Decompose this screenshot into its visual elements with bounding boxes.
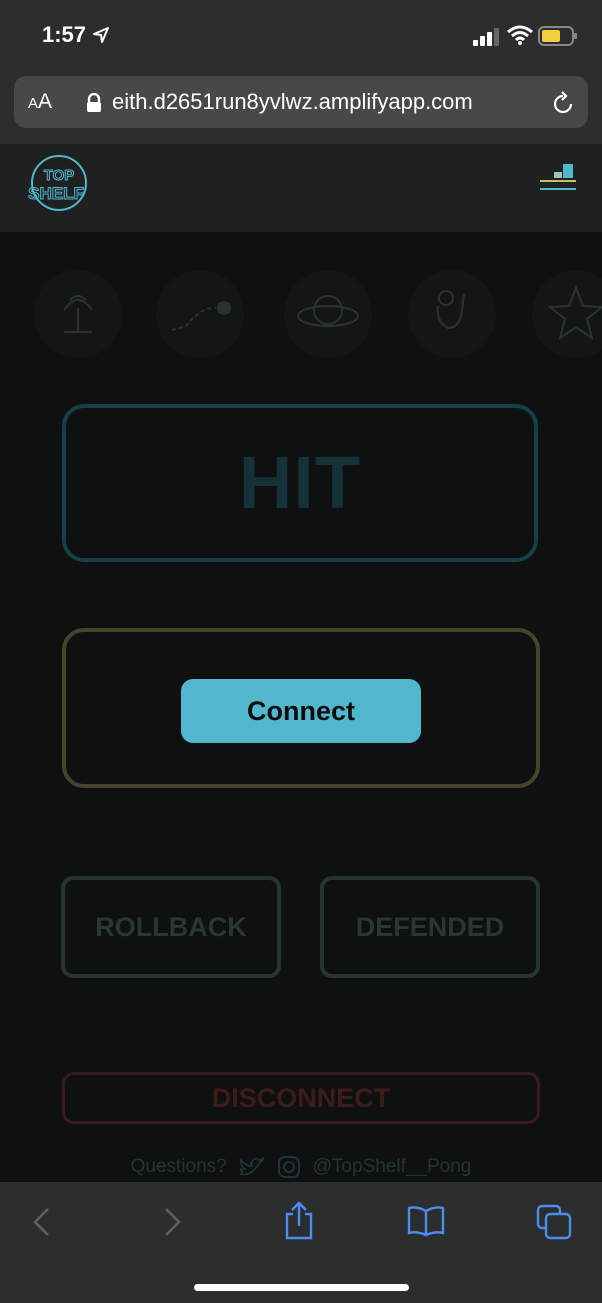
forward-icon[interactable]: [160, 1206, 184, 1238]
ball-bounce-icon: [171, 301, 231, 331]
tabs-icon[interactable]: [536, 1204, 572, 1240]
rollback-button[interactable]: ROLLBACK: [61, 876, 281, 978]
topshelf-logo[interactable]: TOP SHELF: [28, 152, 90, 214]
planet-button[interactable]: [284, 270, 372, 358]
hand-ok-icon: [436, 290, 465, 330]
twitter-icon[interactable]: [238, 1156, 266, 1178]
back-icon[interactable]: [30, 1206, 54, 1238]
location-arrow-icon: [93, 27, 109, 43]
footer-handle[interactable]: @TopShelf__Pong: [313, 1156, 472, 1177]
wifi-icon: [507, 25, 533, 45]
signal-icon: [473, 28, 499, 46]
hit-label: HIT: [238, 441, 362, 524]
rollback-label: ROLLBACK: [95, 911, 247, 942]
hand-ok-button[interactable]: [408, 270, 496, 358]
planet-icon: [297, 295, 359, 327]
ball-bounce-button[interactable]: [156, 270, 244, 358]
footer: Questions? @TopShelf__Pong: [0, 1155, 602, 1179]
disconnect-label: DISCONNECT: [211, 1082, 391, 1113]
share-icon[interactable]: [284, 1200, 314, 1240]
lock-icon: [87, 93, 101, 112]
menu-icon[interactable]: [536, 164, 578, 196]
instagram-icon[interactable]: [277, 1155, 301, 1179]
star-button[interactable]: [532, 270, 602, 358]
footer-questions: Questions?: [130, 1156, 227, 1177]
connect-button[interactable]: Connect: [181, 679, 421, 743]
app-header: [0, 144, 602, 232]
disconnect-button[interactable]: DISCONNECT: [62, 1072, 540, 1124]
url-text[interactable]: eith.d2651run8yvlwz.amplifyapp.com: [112, 89, 473, 115]
text-size-button[interactable]: AA: [28, 90, 52, 114]
status-time: 1:57: [42, 22, 87, 47]
defended-button[interactable]: DEFENDED: [320, 876, 540, 978]
palm-tree-icon: [63, 295, 93, 333]
bookmarks-icon[interactable]: [407, 1205, 445, 1237]
palm-tree-button[interactable]: [34, 270, 122, 358]
svg-text:TOP: TOP: [44, 167, 75, 184]
star-icon: [547, 285, 602, 341]
home-indicator[interactable]: [194, 1284, 409, 1291]
battery-icon: [538, 26, 577, 46]
reload-icon[interactable]: [551, 90, 575, 116]
defended-label: DEFENDED: [355, 911, 505, 942]
svg-text:SHELF: SHELF: [28, 184, 84, 203]
